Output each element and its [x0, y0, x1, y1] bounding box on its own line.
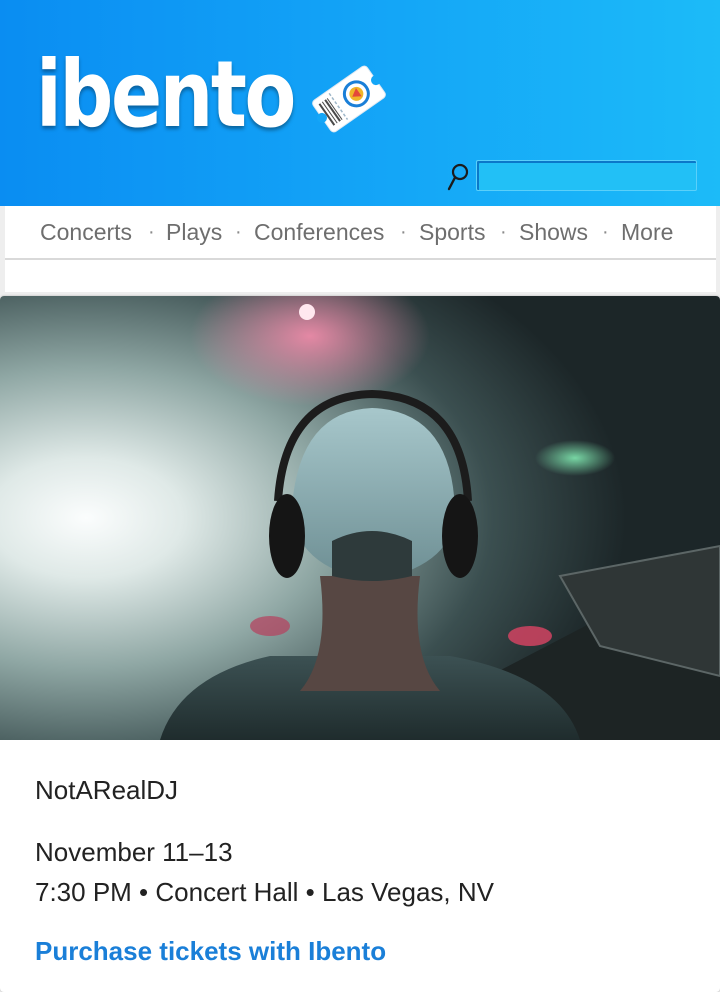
category-nav: Concerts · Plays · Conferences · Sports …	[5, 206, 716, 260]
app-header: ibento	[0, 0, 720, 206]
content-spacer	[5, 260, 716, 292]
nav-separator: ·	[148, 221, 155, 243]
search-icon[interactable]	[446, 162, 470, 192]
nav-item-plays[interactable]: Plays	[166, 218, 222, 246]
nav-item-sports[interactable]: Sports	[419, 218, 485, 246]
nav-item-shows[interactable]: Shows	[519, 218, 588, 246]
purchase-tickets-link[interactable]: Purchase tickets with Ibento	[35, 935, 386, 967]
nav-separator: ·	[602, 221, 609, 243]
dj-photo[interactable]	[0, 296, 720, 740]
event-card: NotARealDJ November 11–13 7:30 PM • Conc…	[0, 296, 720, 992]
event-date: November 11–13	[35, 837, 233, 867]
event-details: 7:30 PM • Concert Hall • Las Vegas, NV	[35, 877, 494, 907]
nav-item-conferences[interactable]: Conferences	[254, 218, 384, 246]
nav-separator: ·	[500, 221, 507, 243]
nav-separator: ·	[400, 221, 407, 243]
ticket-icon	[312, 65, 386, 133]
ibento-logo[interactable]: ibento	[36, 40, 296, 150]
nav-separator: ·	[235, 221, 242, 243]
nav-item-more[interactable]: More	[621, 218, 673, 246]
event-title: NotARealDJ	[35, 775, 179, 805]
search-input[interactable]	[476, 160, 697, 191]
nav-item-concerts[interactable]: Concerts	[40, 218, 132, 246]
